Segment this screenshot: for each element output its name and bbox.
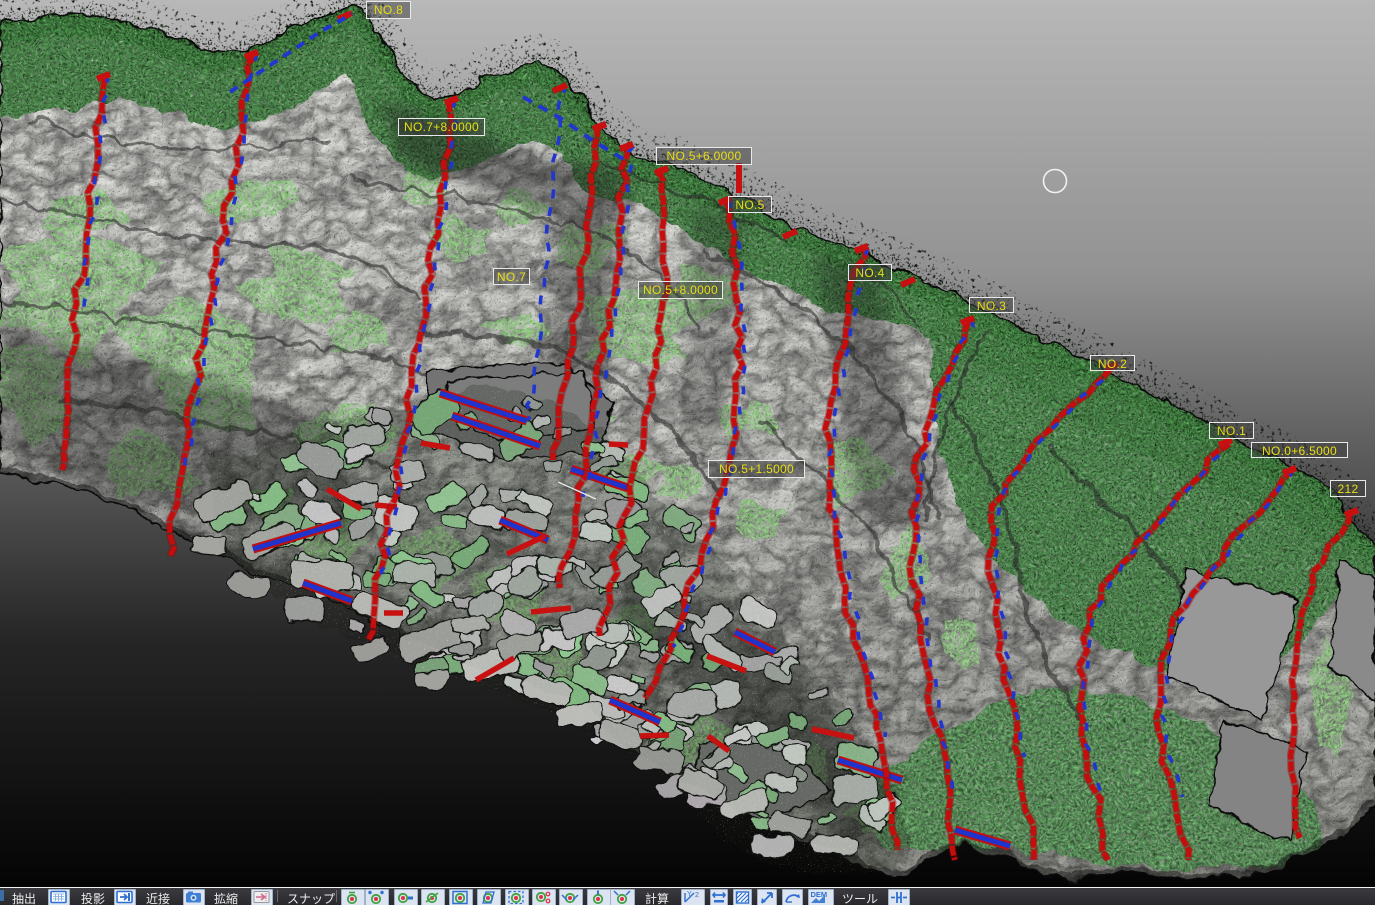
svg-text:2: 2: [695, 892, 699, 899]
svg-text:Y: Y: [687, 891, 692, 898]
